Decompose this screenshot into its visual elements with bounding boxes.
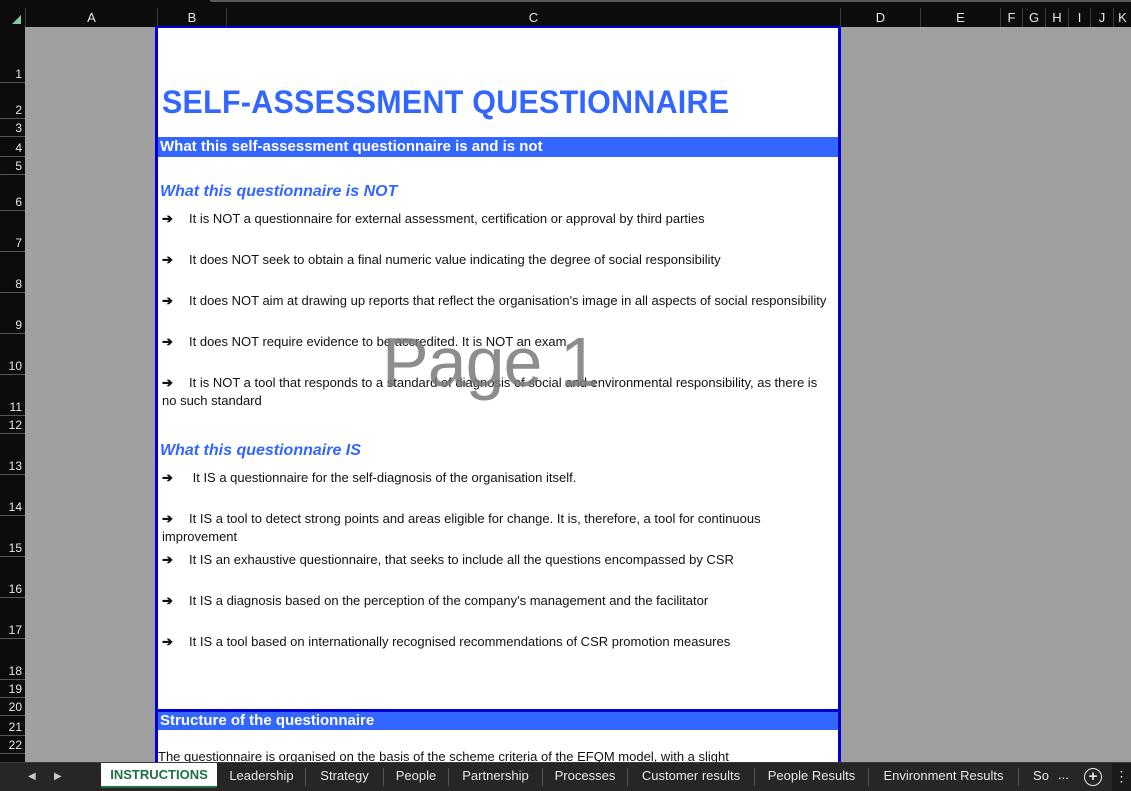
row-header-7[interactable]: 7 xyxy=(0,211,25,252)
tab-strategy[interactable]: Strategy xyxy=(306,768,384,786)
column-header-k[interactable]: K xyxy=(1113,8,1131,27)
arrow-icon: ➔ xyxy=(162,593,173,608)
tab-partnership[interactable]: Partnership xyxy=(449,768,543,786)
list-item-not-3[interactable]: ➔ It does NOT aim at drawing up reports t… xyxy=(162,292,832,310)
list-item-text: It IS an exhaustive questionnaire, that … xyxy=(189,552,734,567)
arrow-icon: ➔ xyxy=(162,252,173,267)
column-header-f[interactable]: F xyxy=(1000,8,1022,27)
column-header-h[interactable]: H xyxy=(1045,8,1068,27)
list-item-is-4[interactable]: ➔ It IS a diagnosis based on the percepti… xyxy=(162,592,832,610)
row-header-18[interactable]: 18 xyxy=(0,639,25,680)
list-item-text: It IS a questionnaire for the self-diagn… xyxy=(189,470,577,485)
list-item-text: It IS a diagnosis based on the perceptio… xyxy=(189,593,709,608)
arrow-icon: ➔ xyxy=(162,634,173,649)
arrow-icon: ➔ xyxy=(162,470,173,485)
formula-bar-edge xyxy=(210,0,1131,2)
column-header-c[interactable]: C xyxy=(226,8,840,27)
row-header-bar: 1 2 3 4 5 6 7 8 9 10 11 12 13 14 15 16 1… xyxy=(0,27,25,762)
list-item-text: It is NOT a tool that responds to a stan… xyxy=(162,375,818,408)
row-header-16[interactable]: 16 xyxy=(0,557,25,598)
row-header-19[interactable]: 19 xyxy=(0,680,25,698)
heading-is-not[interactable]: What this questionnaire is NOT xyxy=(160,183,397,201)
row-header-2[interactable]: 2 xyxy=(0,83,25,119)
tab-customer-results[interactable]: Customer results xyxy=(628,768,755,786)
tab-environment-results[interactable]: Environment Results xyxy=(869,768,1019,786)
tab-processes[interactable]: Processes xyxy=(543,768,628,786)
column-header-b[interactable]: B xyxy=(157,8,226,27)
list-item-text: It does NOT require evidence to be accre… xyxy=(189,334,571,349)
column-header-d[interactable]: D xyxy=(840,8,920,27)
list-item-not-2[interactable]: ➔ It does NOT seek to obtain a final nume… xyxy=(162,251,832,269)
list-item-text: It does NOT aim at drawing up reports th… xyxy=(189,293,827,308)
structure-paragraph[interactable]: The questionnaire is organised on the ba… xyxy=(158,748,838,762)
row-header-12[interactable]: 12 xyxy=(0,416,25,434)
column-header-e[interactable]: E xyxy=(920,8,1000,27)
arrow-icon: ➔ xyxy=(162,511,173,526)
column-header-j[interactable]: J xyxy=(1090,8,1113,27)
select-all-button[interactable] xyxy=(0,8,25,27)
tab-society-results-truncated[interactable]: So xyxy=(1030,763,1052,790)
next-sheet-icon[interactable]: ▶ xyxy=(54,771,62,782)
list-item-is-2[interactable]: ➔ It IS a tool to detect strong points an… xyxy=(162,510,832,546)
sheet-tab-bar: ◀ ▶ INSTRUCTIONS Leadership Strategy Peo… xyxy=(0,762,1131,791)
list-item-is-1[interactable]: ➔ It IS a questionnaire for the self-dia… xyxy=(162,469,832,487)
row-header-22[interactable]: 22 xyxy=(0,736,25,754)
add-sheet-icon[interactable]: + xyxy=(1084,768,1102,786)
row-header-17[interactable]: 17 xyxy=(0,598,25,639)
list-item-is-5[interactable]: ➔ It IS a tool based on internationally r… xyxy=(162,633,832,651)
arrow-icon: ➔ xyxy=(162,293,173,308)
row-header-11[interactable]: 11 xyxy=(0,375,25,416)
column-header-a[interactable]: A xyxy=(25,8,157,27)
top-edge xyxy=(0,0,1131,3)
column-header-i[interactable]: I xyxy=(1068,8,1090,27)
row-header-14[interactable]: 14 xyxy=(0,475,25,516)
row-header-20[interactable]: 20 xyxy=(0,698,25,716)
arrow-icon: ➔ xyxy=(162,334,173,349)
list-item-is-3[interactable]: ➔ It IS an exhaustive questionnaire, that… xyxy=(162,551,832,569)
arrow-icon: ➔ xyxy=(162,211,173,226)
prev-sheet-icon[interactable]: ◀ xyxy=(28,771,36,782)
list-item-not-4[interactable]: ➔ It does NOT require evidence to be accr… xyxy=(162,333,832,351)
section-header-is-and-is-not[interactable]: What this self-assessment questionnaire … xyxy=(158,137,838,157)
row-header-3[interactable]: 3 xyxy=(0,119,25,137)
tab-people-results[interactable]: People Results xyxy=(755,768,869,786)
arrow-icon: ➔ xyxy=(162,375,173,390)
list-item-text: It IS a tool to detect strong points and… xyxy=(162,511,761,544)
tab-instructions[interactable]: INSTRUCTIONS xyxy=(101,763,217,788)
row-header-8[interactable]: 8 xyxy=(0,252,25,293)
column-header-g[interactable]: G xyxy=(1022,8,1045,27)
page-title[interactable]: SELF-ASSESSMENT QUESTIONNAIRE xyxy=(162,84,729,121)
tab-people[interactable]: People xyxy=(384,768,449,786)
section-header-structure[interactable]: Structure of the questionnaire xyxy=(158,712,838,730)
row-header-6[interactable]: 6 xyxy=(0,175,25,211)
row-header-15[interactable]: 15 xyxy=(0,516,25,557)
row-header-13[interactable]: 13 xyxy=(0,434,25,475)
list-item-text: It IS a tool based on internationally re… xyxy=(189,634,731,649)
row-header-10[interactable]: 10 xyxy=(0,334,25,375)
more-options-icon[interactable]: ⋮ xyxy=(1112,763,1131,791)
list-item-not-1[interactable]: ➔ It is NOT a questionnaire for external … xyxy=(162,210,832,228)
row-header-1[interactable]: 1 xyxy=(0,27,25,83)
list-item-not-5[interactable]: ➔ It is NOT a tool that responds to a sta… xyxy=(162,374,832,410)
column-header-bar: A B C D E F G H I J K xyxy=(0,8,1131,27)
row-header-21[interactable]: 21 xyxy=(0,716,25,736)
arrow-icon: ➔ xyxy=(162,552,173,567)
row-header-5[interactable]: 5 xyxy=(0,157,25,175)
row-header-9[interactable]: 9 xyxy=(0,293,25,334)
tab-leadership[interactable]: Leadership xyxy=(218,768,306,786)
list-item-text: It is NOT a questionnaire for external a… xyxy=(189,211,705,226)
list-item-text: It does NOT seek to obtain a final numer… xyxy=(189,252,721,267)
select-all-icon xyxy=(12,15,21,24)
heading-is[interactable]: What this questionnaire IS xyxy=(160,442,361,460)
row-header-4[interactable]: 4 xyxy=(0,137,25,157)
more-tabs-button[interactable]: ... xyxy=(1058,767,1069,782)
